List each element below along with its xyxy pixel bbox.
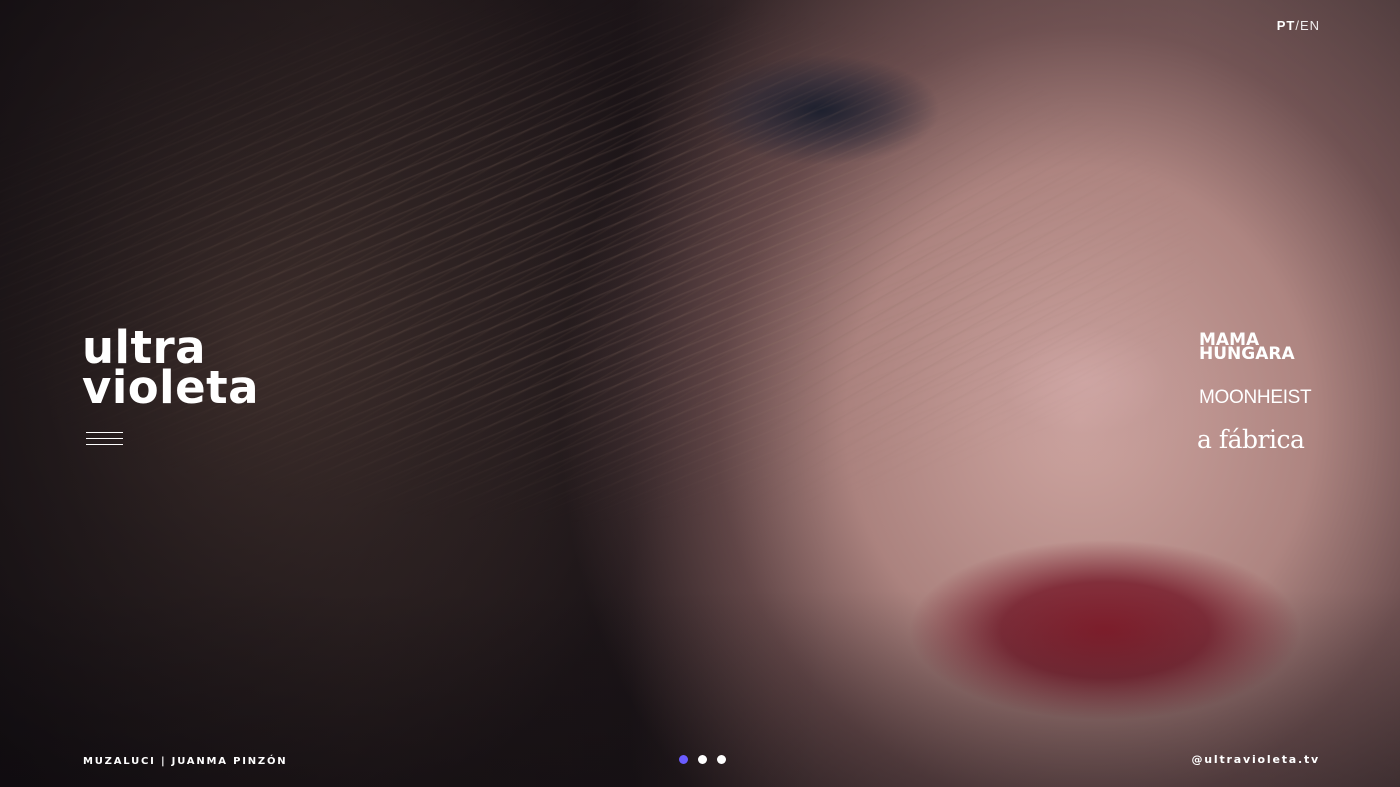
slider-dot-2[interactable] — [698, 755, 707, 764]
slider-dots — [679, 755, 726, 764]
menu-line — [86, 438, 123, 439]
brand-moonheist-link[interactable]: MOONHEIST — [1199, 387, 1314, 409]
menu-line — [86, 432, 123, 433]
brand-links: MAMA HUNGARA MOONHEIST a fábrica — [1197, 332, 1314, 455]
site-logo[interactable]: ultra violeta — [82, 325, 259, 414]
language-en-link[interactable]: EN — [1300, 18, 1320, 33]
slider-dot-1[interactable] — [679, 755, 688, 764]
slider-dot-3[interactable] — [717, 755, 726, 764]
brand-mama-hungara-link[interactable]: MAMA HUNGARA — [1199, 332, 1314, 364]
language-pt-link[interactable]: PT — [1277, 18, 1296, 33]
hamburger-menu-icon[interactable] — [86, 432, 123, 446]
hero-section: PT/EN ultra violeta MAMA HUNGARA MOONHEI… — [0, 0, 1400, 787]
language-switcher: PT/EN — [1277, 18, 1320, 33]
social-handle-link[interactable]: @ultravioleta.tv — [1191, 753, 1320, 766]
brand-mama-line-2: HUNGARA — [1199, 344, 1295, 364]
image-credit: MUZALUCI | JUANMA PINZÓN — [83, 756, 288, 767]
menu-line — [86, 444, 123, 445]
logo-line-2: violeta — [82, 361, 259, 414]
brand-a-fabrica-link[interactable]: a fábrica — [1197, 425, 1314, 454]
